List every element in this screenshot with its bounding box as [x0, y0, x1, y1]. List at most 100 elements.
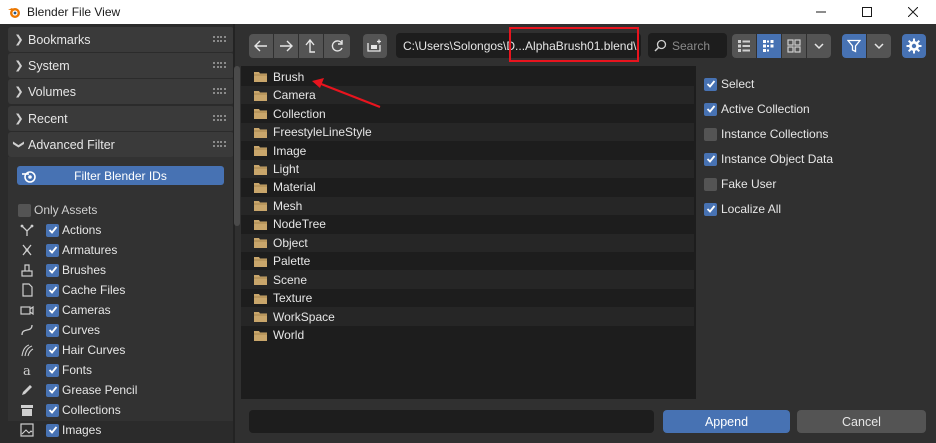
filter-checkbox[interactable] — [46, 323, 59, 337]
filter-row-cache-files[interactable]: Cache Files — [18, 281, 125, 299]
new-folder-button[interactable] — [363, 34, 387, 58]
panel-volumes[interactable]: ❯ Volumes — [8, 79, 234, 104]
file-row[interactable]: FreestyleLineStyle — [241, 122, 694, 142]
filter-row-brushes[interactable]: Brushes — [18, 261, 106, 279]
option-label: Select — [721, 77, 755, 91]
refresh-button[interactable] — [324, 34, 350, 58]
filter-button-label: Filter Blender IDs — [74, 168, 167, 183]
file-row[interactable]: Texture — [241, 289, 694, 308]
option-localize-all[interactable]: Localize All — [704, 201, 781, 217]
only-assets-checkbox[interactable] — [18, 203, 31, 217]
filter-row-images[interactable]: Images — [18, 421, 101, 439]
filter-checkbox[interactable] — [46, 263, 59, 277]
panel-recent[interactable]: ❯ Recent — [8, 106, 234, 131]
filter-label: Fonts — [62, 363, 93, 377]
option-checkbox[interactable] — [704, 152, 717, 166]
file-row[interactable]: Image — [241, 141, 694, 160]
filter-row-cameras[interactable]: Cameras — [18, 301, 111, 319]
drag-grip-icon[interactable] — [213, 115, 226, 121]
close-window-button[interactable] — [890, 0, 936, 24]
parent-directory-button[interactable] — [299, 34, 323, 58]
close-icon — [908, 7, 918, 17]
filter-checkbox[interactable] — [46, 223, 59, 237]
file-row[interactable]: NodeTree — [241, 215, 694, 234]
drag-grip-icon[interactable] — [213, 141, 226, 147]
new-folder-icon — [367, 39, 381, 52]
folder-icon — [254, 293, 267, 304]
file-name: Texture — [273, 291, 313, 306]
maximize-button[interactable] — [844, 0, 890, 24]
panel-advanced-filter[interactable]: ❯ Advanced Filter — [8, 132, 234, 157]
view-vertical-list-button[interactable] — [732, 34, 756, 58]
file-row[interactable]: Scene — [241, 270, 694, 289]
file-row[interactable]: Object — [241, 233, 694, 253]
option-instance-object-data[interactable]: Instance Object Data — [704, 151, 833, 167]
option-active-collection[interactable]: Active Collection — [704, 101, 810, 117]
collection-icon — [18, 402, 36, 418]
filter-checkbox[interactable] — [46, 303, 59, 317]
filter-row-actions[interactable]: Actions — [18, 221, 101, 239]
file-row[interactable]: WorkSpace — [241, 307, 694, 326]
drag-grip-icon[interactable] — [213, 88, 226, 94]
chevron-right-icon: ❯ — [14, 86, 24, 98]
title-bar: Blender File View — [0, 0, 936, 24]
filename-field[interactable] — [249, 410, 654, 433]
drag-grip-icon[interactable] — [213, 36, 226, 42]
filter-row-fonts[interactable]: a Fonts — [18, 361, 92, 379]
option-checkbox[interactable] — [704, 177, 717, 191]
file-row[interactable]: Material — [241, 178, 694, 197]
filter-row-curves[interactable]: Curves — [18, 321, 100, 339]
filter-row-hair-curves[interactable]: Hair Curves — [18, 341, 125, 359]
option-checkbox[interactable] — [704, 102, 717, 116]
filter-checkbox[interactable] — [46, 283, 59, 297]
file-name: NodeTree — [273, 217, 326, 232]
filter-row-collections[interactable]: Collections — [18, 401, 121, 419]
option-fake-user[interactable]: Fake User — [704, 176, 776, 192]
toggle-filter-button[interactable] — [842, 34, 866, 58]
file-row[interactable]: Light — [241, 159, 694, 179]
folder-icon — [254, 71, 267, 83]
only-assets-row[interactable]: Only Assets — [18, 203, 97, 217]
option-checkbox[interactable] — [704, 202, 717, 216]
search-field[interactable]: Search — [648, 33, 727, 58]
filter-checkbox[interactable] — [46, 403, 59, 417]
file-row[interactable]: Palette — [241, 252, 694, 271]
filter-checkbox[interactable] — [46, 383, 59, 397]
curve-icon — [18, 322, 36, 338]
file-row[interactable]: World — [241, 326, 694, 345]
chevron-down-icon — [874, 43, 884, 50]
options-region-toggle[interactable] — [902, 34, 926, 58]
filter-row-armatures[interactable]: Armatures — [18, 241, 117, 259]
drag-grip-icon[interactable] — [213, 62, 226, 68]
filter-checkbox[interactable] — [46, 363, 59, 377]
filter-checkbox[interactable] — [46, 243, 59, 257]
back-button[interactable] — [249, 34, 273, 58]
forward-button[interactable] — [274, 34, 298, 58]
file-list: Brush Camera Collection FreestyleLineStyle I… — [241, 66, 696, 399]
append-label: Append — [704, 414, 749, 429]
option-select[interactable]: Select — [704, 76, 754, 92]
cancel-button[interactable]: Cancel — [797, 410, 926, 433]
option-checkbox[interactable] — [704, 77, 717, 91]
thumbnails-icon — [787, 39, 801, 53]
file-row[interactable]: Mesh — [241, 196, 694, 216]
filter-checkbox[interactable] — [46, 423, 59, 437]
view-horizontal-list-button[interactable] — [757, 34, 781, 58]
panel-system[interactable]: ❯ System — [8, 53, 234, 78]
view-thumbnails-button[interactable] — [782, 34, 806, 58]
arrow-right-icon — [280, 40, 293, 52]
option-checkbox[interactable] — [704, 127, 717, 141]
file-name: Mesh — [273, 198, 303, 213]
filter-row-grease-pencil[interactable]: Grease Pencil — [18, 381, 137, 399]
display-settings-dropdown[interactable] — [807, 34, 831, 58]
option-label: Fake User — [721, 177, 777, 191]
filter-blender-ids-button[interactable]: Filter Blender IDs — [17, 166, 224, 185]
filter-settings-dropdown[interactable] — [867, 34, 891, 58]
panel-bookmarks[interactable]: ❯ Bookmarks — [8, 27, 234, 52]
option-instance-collections[interactable]: Instance Collections — [704, 126, 828, 142]
folder-icon — [254, 182, 267, 193]
filter-checkbox[interactable] — [46, 343, 59, 357]
file-list-scrollbar[interactable] — [234, 66, 240, 226]
append-button[interactable]: Append — [663, 410, 790, 433]
minimize-button[interactable] — [798, 0, 844, 24]
